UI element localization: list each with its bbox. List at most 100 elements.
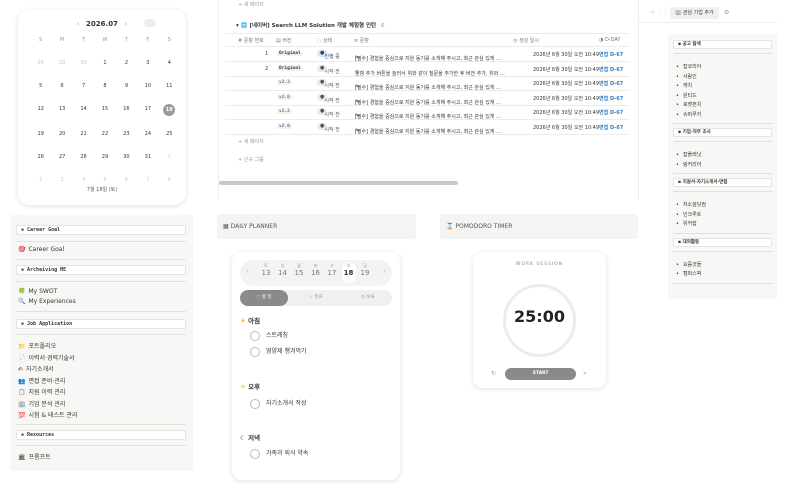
week-day[interactable]: 목 18 (341, 262, 356, 283)
calendar-day[interactable]: 11 (159, 82, 180, 91)
calendar-day[interactable]: 3 (51, 176, 72, 185)
resource-link[interactable]: 잡플래닛 (676, 151, 701, 158)
start-button[interactable]: START (505, 368, 576, 380)
calendar-day[interactable]: 1 (159, 153, 180, 162)
resource-link[interactable]: 인크루트 (676, 211, 701, 218)
status-badge[interactable]: ● 진행 중 (317, 50, 340, 60)
calendar-day[interactable]: 7 (137, 176, 158, 185)
table-row[interactable]: v2.3 ● 시작 전 ✎ [필수] 경험을 중심으로 지원 동기를 소개해 주시고… (225, 76, 630, 91)
calendar-day[interactable]: 28 (30, 59, 51, 68)
calendar-day[interactable]: 2 (30, 176, 51, 185)
week-day[interactable]: 일 14 (276, 263, 290, 277)
resource-link[interactable]: 슈퍼루키 (676, 111, 701, 118)
next-month-button[interactable]: › (124, 20, 127, 28)
group-header[interactable]: ▾ 🌐 [네이버] Search LLM Solution 개발 체험형 인턴 … (236, 21, 385, 29)
resource-link[interactable]: 위커잡 (676, 220, 697, 227)
resource-link[interactable]: 캠퍼스픽 (676, 270, 701, 277)
drag-handle-icon[interactable]: + ⋮⋮ (650, 9, 669, 16)
resource-link[interactable]: 로켓펀치 (676, 101, 701, 108)
table-row[interactable]: 1 Original ● 진행 중 ✎ [필수] 경험을 중심으로 지원 동기를 소개… (225, 47, 630, 62)
task-item[interactable]: 가족과 외식 약속 (250, 448, 308, 459)
horizontal-scrollbar[interactable] (219, 181, 458, 185)
calendar-day[interactable]: 4 (159, 59, 180, 68)
tab-todo[interactable]: ◌ 할 일 (240, 290, 288, 306)
career-goal-link[interactable]: 🎯 Career Goal (18, 246, 64, 253)
prev-week-button[interactable]: ‹ (246, 268, 248, 275)
tab-done[interactable]: ✓ 완료 (292, 290, 340, 306)
new-group-button[interactable]: + 신규 그룹 (238, 156, 264, 163)
calendar-day[interactable]: 1 (94, 59, 115, 68)
table-row[interactable]: 2 Original ● 시작 전 ✎ 문항 추가 버튼을 눌러서 위와 같이 질문을… (225, 62, 630, 77)
table-row[interactable]: v2.2 ● 시작 전 ✎ [필수] 경험을 중심으로 지원 동기를 소개해 주시고… (225, 105, 630, 120)
calendar-day[interactable]: 8 (94, 82, 115, 91)
calendar-day[interactable]: 7 (73, 82, 94, 91)
week-day[interactable]: 토 13 (259, 263, 273, 277)
calendar-day[interactable]: 21 (73, 130, 94, 139)
calendar-day[interactable]: 17 (137, 105, 158, 114)
resource-link[interactable]: 캐치 (676, 82, 692, 89)
calendar-day[interactable]: 13 (51, 105, 72, 114)
calendar-day[interactable]: 8 (159, 176, 180, 185)
resource-link[interactable]: 원티드 (676, 92, 697, 99)
job-item-link[interactable]: 💯 시험 & 테스트 관리 (18, 410, 78, 419)
task-item[interactable]: 스트레칭 (250, 330, 288, 341)
calendar-day[interactable]: 20 (51, 130, 72, 139)
job-item-link[interactable]: 📋 지원 이력 관리 (18, 387, 65, 396)
calendar-day[interactable]: 4 (73, 176, 94, 185)
calendar-day[interactable]: 10 (137, 82, 158, 91)
today-button[interactable] (144, 19, 156, 27)
resource-link[interactable]: 잡코리아 (676, 63, 701, 70)
reset-icon[interactable]: ↻ (491, 370, 496, 377)
settings-icon[interactable]: ⚙ (724, 9, 729, 16)
resource-link[interactable]: 자소설닷컴 (676, 201, 706, 208)
week-day[interactable]: 화 16 (309, 263, 323, 277)
job-item-link[interactable]: ✍ 자기소개서 (18, 364, 54, 373)
calendar-day[interactable]: 12 (30, 105, 51, 114)
calendar-day[interactable]: 19 (30, 130, 51, 139)
task-item[interactable]: 영양제 챙겨먹기 (250, 346, 307, 357)
prev-month-button[interactable]: ‹ (77, 20, 80, 28)
my-swot-link[interactable]: 🍀 My SWOT (18, 288, 57, 295)
my-experiences-link[interactable]: 🔍 My Experiences (18, 298, 76, 305)
tab-hold[interactable]: ◷ 보류 (344, 290, 392, 306)
prompt-link[interactable]: 🏛 프롬프트 (18, 452, 51, 461)
week-day[interactable]: 수 17 (325, 263, 339, 277)
status-badge[interactable]: ● 시작 전 (317, 122, 340, 133)
table-row[interactable]: v2.0 ● 시작 전 ✎ [필수] 경험을 중심으로 지원 동기를 소개해 주시고… (225, 120, 630, 135)
job-item-link[interactable]: 📁 포트폴리오 (18, 341, 56, 350)
table-row[interactable]: v2.0 ● 시작 전 ✎ [필수] 경험을 중심으로 지원 동기를 소개해 주시고… (225, 91, 630, 106)
calendar-day[interactable]: 3 (137, 59, 158, 68)
calendar-day[interactable]: 22 (94, 130, 115, 139)
calendar-day[interactable]: 29 (94, 153, 115, 162)
add-company-button[interactable]: 🏢 관심 기업 추가 (670, 7, 719, 19)
status-badge[interactable]: ● 시작 전 (317, 79, 340, 89)
week-day[interactable]: 월 15 (292, 263, 306, 277)
calendar-day[interactable]: 23 (116, 130, 137, 139)
calendar-day[interactable]: 27 (51, 153, 72, 162)
calendar-day[interactable]: 25 (159, 130, 180, 139)
week-day[interactable]: 금 19 (358, 263, 372, 277)
new-page-button[interactable]: + 새 페이지 (238, 138, 264, 145)
status-badge[interactable]: ● 시작 전 (317, 93, 340, 104)
next-week-button[interactable]: › (384, 268, 386, 275)
task-item[interactable]: 자기소개서 작성 (250, 398, 307, 409)
resource-link[interactable]: 링커리어 (676, 161, 701, 168)
skip-icon[interactable]: » (583, 370, 587, 377)
calendar-day[interactable]: 2 (116, 59, 137, 68)
calendar-day[interactable]: 29 (51, 59, 72, 68)
calendar-day[interactable]: 31 (137, 153, 158, 162)
calendar-day[interactable]: 6 (51, 82, 72, 91)
resource-link[interactable]: 사람인 (676, 73, 697, 80)
resource-link[interactable]: 요즘것들 (676, 261, 701, 268)
calendar-day[interactable]: 6 (116, 176, 137, 185)
new-page-top[interactable]: + 새 페이지 (238, 1, 264, 8)
calendar-day[interactable]: 30 (73, 59, 94, 68)
calendar-day[interactable]: 26 (30, 153, 51, 162)
calendar-day[interactable]: 9 (116, 82, 137, 91)
job-item-link[interactable]: 🏢 기업 분석 관리 (18, 399, 65, 408)
calendar-day[interactable]: 30 (116, 153, 137, 162)
job-item-link[interactable]: 📄 이력서·경력기술서 (18, 353, 75, 362)
calendar-day[interactable]: 5 (30, 82, 51, 91)
calendar-day[interactable]: 24 (137, 130, 158, 139)
calendar-day[interactable]: 28 (73, 153, 94, 162)
